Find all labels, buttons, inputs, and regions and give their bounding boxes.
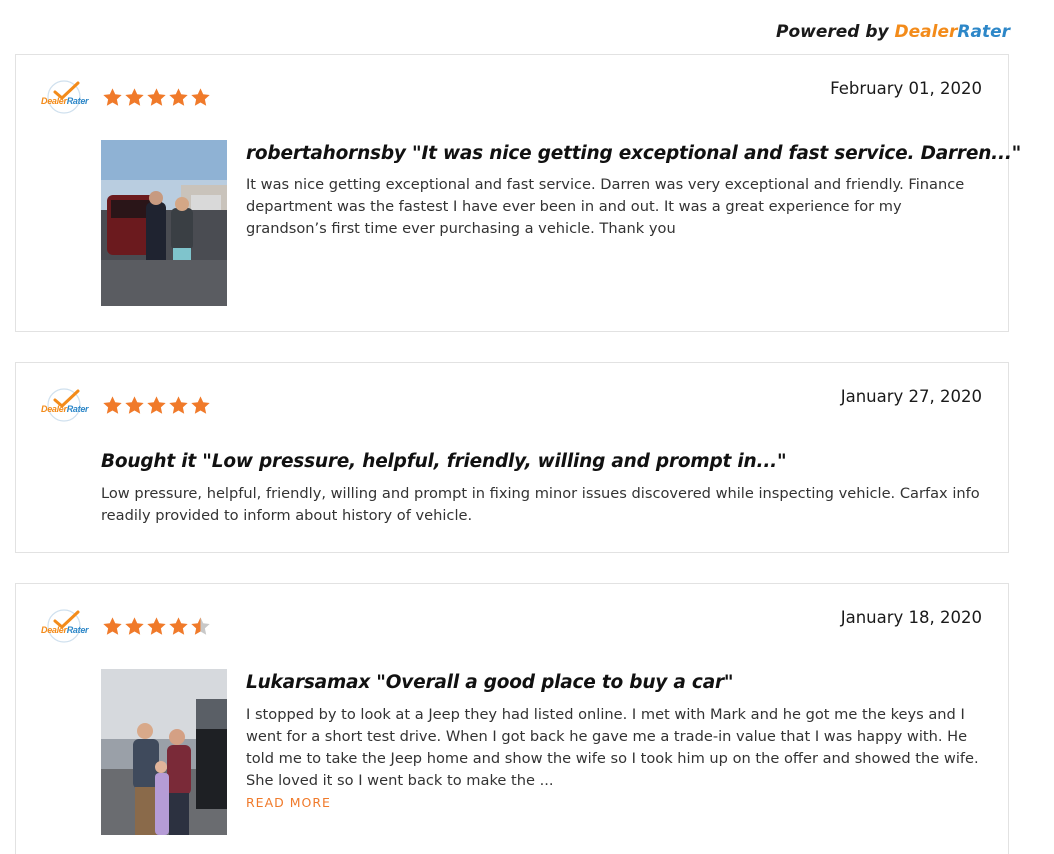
star-full-icon bbox=[169, 396, 188, 414]
review-card: DealerRater February 01, 2020 robertahor… bbox=[15, 54, 1021, 332]
powered-by-prefix: Powered by bbox=[775, 22, 889, 42]
star-full-icon bbox=[147, 396, 166, 414]
read-more-link[interactable]: READ MORE bbox=[246, 795, 331, 810]
dealerrater-logo-icon: DealerRater bbox=[40, 387, 89, 423]
review-card: DealerRater January 27, 2020 Bought it "… bbox=[15, 362, 1009, 553]
review-title[interactable]: Lukarsamax "Overall a good place to buy … bbox=[246, 672, 734, 693]
review-title[interactable]: robertahornsby "It was nice getting exce… bbox=[246, 143, 1021, 164]
review-title[interactable]: Bought it "Low pressure, helpful, friend… bbox=[101, 451, 787, 472]
star-full-icon bbox=[125, 88, 144, 106]
star-full-icon bbox=[147, 617, 166, 635]
review-date: January 27, 2020 bbox=[840, 387, 982, 406]
review-body: Low pressure, helpful, friendly, willing… bbox=[101, 485, 980, 524]
review-photo[interactable] bbox=[101, 669, 227, 835]
powered-by-dealerrater[interactable]: Powered by DealerRater bbox=[776, 22, 1010, 42]
star-full-icon bbox=[147, 88, 166, 106]
star-full-icon bbox=[169, 88, 188, 106]
star-full-icon bbox=[169, 617, 188, 635]
review-body: It was nice getting exceptional and fast… bbox=[246, 176, 965, 237]
star-rating bbox=[102, 87, 211, 108]
star-full-icon bbox=[103, 88, 122, 106]
star-full-icon bbox=[125, 617, 144, 635]
review-date: January 18, 2020 bbox=[840, 608, 982, 627]
star-full-icon bbox=[191, 88, 210, 106]
star-rating bbox=[102, 616, 211, 637]
review-card: DealerRater January 18, 2020 Lukarsamax … bbox=[15, 583, 1009, 854]
star-full-icon bbox=[103, 617, 122, 635]
dealerrater-logo-icon: DealerRater bbox=[40, 79, 89, 115]
star-full-icon bbox=[103, 396, 122, 414]
review-date: February 01, 2020 bbox=[830, 79, 982, 98]
review-photo[interactable] bbox=[101, 140, 227, 306]
star-full-icon bbox=[125, 396, 144, 414]
star-half-icon bbox=[191, 617, 210, 635]
powered-by-brand: DealerRater bbox=[894, 22, 1010, 42]
star-full-icon bbox=[191, 396, 210, 414]
star-rating bbox=[102, 395, 211, 416]
dealerrater-logo-icon: DealerRater bbox=[40, 608, 89, 644]
review-body: I stopped by to look at a Jeep they had … bbox=[246, 706, 979, 789]
